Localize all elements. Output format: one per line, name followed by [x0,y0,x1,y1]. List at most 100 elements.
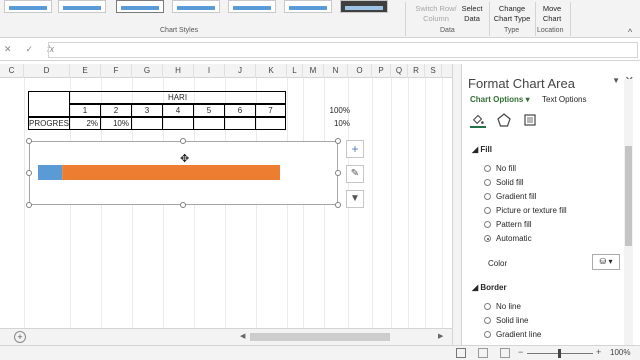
table-blank-cell[interactable] [28,91,70,117]
fill-option-gradient-fill[interactable]: Gradient fill [484,192,536,201]
collapse-ribbon-icon[interactable]: ^ [628,27,632,37]
progres-day-2[interactable]: 10% [100,117,132,130]
tab-chart-options[interactable]: Chart Options ▾ [470,95,530,104]
change-chart-type-button[interactable]: Change Chart Type [490,4,534,24]
col-header-h[interactable]: H [163,64,194,78]
hari-header[interactable]: HARI [69,91,286,104]
pane-title: Format Chart Area [468,76,575,91]
chart-style-7[interactable] [340,0,388,13]
cancel-icon[interactable]: ✕ [4,44,12,54]
col-header-j[interactable]: J [225,64,256,78]
col-header-i[interactable]: I [194,64,225,78]
select-data-button[interactable]: Select Data [458,4,486,24]
n-col-header[interactable]: 100% [324,106,350,115]
scroll-right-icon[interactable]: ▶ [438,332,443,340]
resize-handle-ml[interactable] [26,170,32,176]
zoom-out-icon[interactable]: − [518,347,523,357]
resize-handle-mr[interactable] [335,170,341,176]
col-header-o[interactable]: O [348,64,372,78]
fill-option-automatic[interactable]: Automatic [484,234,532,243]
col-header-f[interactable]: F [101,64,132,78]
status-bar: − + 100% [0,345,640,360]
col-header-r[interactable]: R [408,64,425,78]
chart-style-5[interactable] [228,0,276,13]
border-option-gradient-line[interactable]: Gradient line [484,330,541,340]
confirm-icon[interactable]: ✓ [26,44,34,54]
size-properties-icon[interactable] [522,112,538,128]
col-header-p[interactable]: P [372,64,391,78]
switch-row-column-button[interactable]: Switch Row/ Column [410,4,462,24]
border-section-header[interactable]: ◢ Border [472,283,507,292]
pane-scroll-thumb[interactable] [625,146,632,246]
resize-handle-tc[interactable] [180,138,186,144]
chart-area[interactable] [29,141,338,205]
col-header-k[interactable]: K [256,64,287,78]
col-header-m[interactable]: M [303,64,324,78]
plus-icon[interactable]: + [346,140,364,158]
chart-style-6[interactable] [284,0,332,13]
col-header-q[interactable]: Q [391,64,408,78]
col-header-l[interactable]: L [287,64,303,78]
scroll-left-icon[interactable]: ◀ [240,332,245,340]
pane-options-dropdown-icon[interactable]: ▼ [612,76,620,85]
sheet-vertical-scrollbar[interactable] [452,64,461,345]
move-cursor-icon: ✥ [180,153,190,165]
page-layout-view-icon[interactable] [478,348,488,358]
fill-option-pattern-fill[interactable]: Pattern fill [484,220,532,229]
col-header-d[interactable]: D [24,64,70,78]
n-col-value[interactable]: 10% [324,119,350,128]
formula-input[interactable] [48,42,638,58]
chart-style-2[interactable] [58,0,106,13]
day-5[interactable]: 5 [193,104,225,117]
zoom-slider-thumb[interactable] [558,349,561,358]
chart-styles-label: Chart Styles [160,27,199,34]
progres-day-4[interactable] [162,117,194,130]
resize-handle-tl[interactable] [26,138,32,144]
resize-handle-tr[interactable] [335,138,341,144]
resize-handle-br[interactable] [335,202,341,208]
zoom-level[interactable]: 100% [610,348,630,357]
progres-day-5[interactable] [193,117,225,130]
chart-style-3[interactable] [116,0,164,13]
resize-handle-bl[interactable] [26,202,32,208]
chart-bar-series-1[interactable] [38,165,63,180]
filter-icon[interactable]: ▼ [346,190,364,208]
fill-section-header[interactable]: ◢ Fill [472,145,492,154]
col-header-e[interactable]: E [70,64,101,78]
move-chart-button[interactable]: Move Chart [538,4,566,24]
brush-icon[interactable]: ✎ [346,165,364,183]
col-header-s[interactable]: S [425,64,442,78]
zoom-in-icon[interactable]: + [596,347,601,357]
day-2[interactable]: 2 [100,104,132,117]
progres-label[interactable]: PROGRES [28,117,70,130]
horizontal-scroll-thumb[interactable] [250,333,390,341]
fill-color-picker[interactable]: ⛁ ▾ [592,254,620,270]
border-option-solid-line[interactable]: Solid line [484,316,528,325]
progres-day-3[interactable] [131,117,163,130]
fill-option-no-fill[interactable]: No fill [484,164,516,173]
day-3[interactable]: 3 [131,104,163,117]
day-6[interactable]: 6 [224,104,256,117]
col-header-n[interactable]: N [324,64,348,78]
add-sheet-icon[interactable]: + [14,331,26,343]
border-option-no-line[interactable]: No line [484,302,521,311]
progres-day-7[interactable] [255,117,286,130]
day-1[interactable]: 1 [69,104,101,117]
progres-day-6[interactable] [224,117,256,130]
chart-style-4[interactable] [172,0,220,13]
page-break-view-icon[interactable] [500,348,510,358]
col-header-c[interactable]: C [0,64,24,78]
day-4[interactable]: 4 [162,104,194,117]
tab-text-options[interactable]: Text Options [542,95,586,104]
progres-day-1[interactable]: 2% [69,117,101,130]
chart-style-1[interactable] [4,0,52,13]
fill-line-icon[interactable] [470,112,486,128]
normal-view-icon[interactable] [456,348,466,358]
resize-handle-bc[interactable] [180,202,186,208]
day-7[interactable]: 7 [255,104,286,117]
fill-option-picture-fill[interactable]: Picture or texture fill [484,206,567,215]
fill-option-solid-fill[interactable]: Solid fill [484,178,524,187]
effects-icon[interactable] [496,112,512,128]
chart-bar-series-2[interactable] [62,165,281,180]
col-header-g[interactable]: G [132,64,163,78]
